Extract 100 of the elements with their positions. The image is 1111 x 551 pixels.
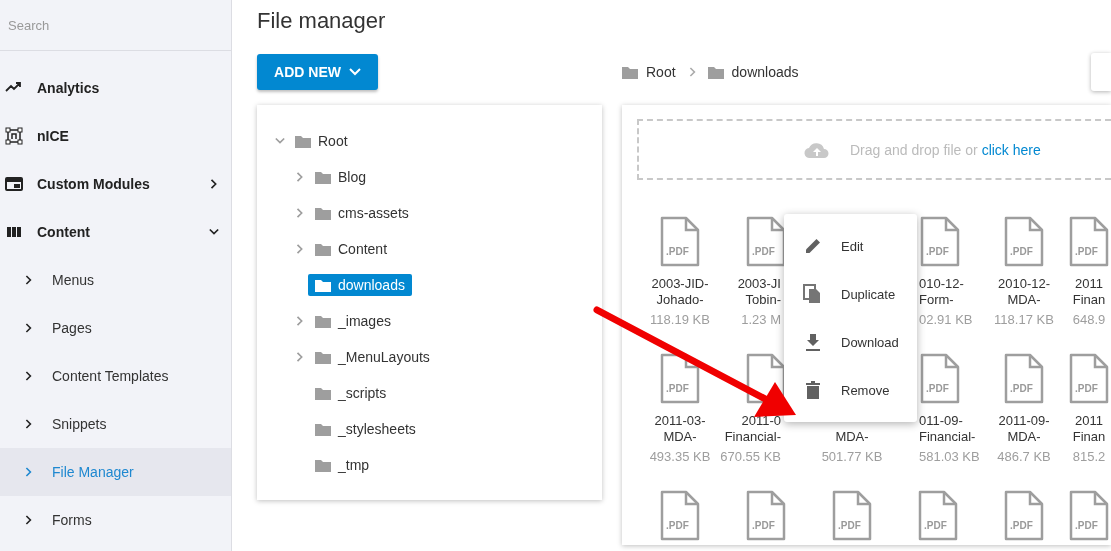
folder-item[interactable]: Blog xyxy=(308,166,374,188)
menu-item[interactable]: Edit xyxy=(784,222,917,270)
chevron-right-icon[interactable] xyxy=(295,315,305,327)
menu-item[interactable]: Remove xyxy=(784,366,917,414)
add-new-button[interactable]: ADD NEW xyxy=(257,54,378,90)
pdf-file-icon xyxy=(745,490,787,542)
nav-label: Menus xyxy=(52,272,95,288)
pdf-file-icon xyxy=(831,490,873,542)
chevron-right-icon xyxy=(24,515,32,525)
file-name[interactable]: MDA- xyxy=(835,429,869,445)
folder-item[interactable]: downloads xyxy=(308,274,412,296)
file-type-label: .PDF xyxy=(1010,383,1033,394)
file-size: 581.03 KB xyxy=(919,449,980,464)
menu-item[interactable]: Download xyxy=(784,318,917,366)
page-title: File manager xyxy=(257,8,387,35)
folder-icon xyxy=(315,422,331,436)
file-name[interactable]: Finan xyxy=(1072,292,1106,308)
nav-item[interactable]: Custom Modules xyxy=(0,160,231,208)
file-size: 118.17 KB xyxy=(994,312,1054,327)
chevron-right-icon xyxy=(687,66,696,78)
nav-item[interactable]: Content xyxy=(0,208,231,256)
breadcrumb-link[interactable]: Root xyxy=(646,64,676,80)
window-icon xyxy=(5,175,23,193)
folder-icon xyxy=(295,134,311,148)
file-size: 118.19 KB xyxy=(650,312,710,327)
chevron-right-icon xyxy=(24,275,32,285)
folder-item[interactable]: _stylesheets xyxy=(308,418,423,440)
chevron-right-icon xyxy=(24,323,32,333)
file-type-label: .PDF xyxy=(666,383,689,394)
file-name[interactable]: 2003-JID- xyxy=(651,276,709,292)
file-type-label: .PDF xyxy=(1010,246,1033,257)
folder-icon xyxy=(315,314,331,328)
folder-item[interactable]: _tmp xyxy=(308,454,377,476)
nav-subitem[interactable]: Content Templates xyxy=(0,352,231,400)
dropzone[interactable]: Drag and drop file or click here xyxy=(637,119,1111,180)
folder-item[interactable]: _MenuLayouts xyxy=(308,346,437,368)
nav-subitem[interactable]: Snippets xyxy=(0,400,231,448)
file-size: 02.91 KB xyxy=(919,312,973,327)
search-field[interactable]: Search xyxy=(0,10,216,40)
menu-item[interactable]: Duplicate xyxy=(784,270,917,318)
file-name[interactable]: MDA- xyxy=(663,429,697,445)
nav-label: Content xyxy=(37,224,90,240)
nav-label: nICE xyxy=(37,128,69,144)
pdf-file-icon xyxy=(659,353,701,405)
folder-item[interactable]: Content xyxy=(308,238,395,260)
file-name[interactable]: Tobin- xyxy=(745,292,781,308)
pdf-file-icon xyxy=(919,216,961,268)
trash-icon xyxy=(803,380,823,400)
file-name[interactable]: 2011-09- xyxy=(998,413,1050,429)
nav-subitem[interactable]: Menus xyxy=(0,256,231,304)
file-name[interactable]: Form- xyxy=(919,292,954,308)
folder-icon xyxy=(622,65,638,79)
nav-item[interactable]: nICE xyxy=(0,112,231,160)
file-name[interactable]: Financial- xyxy=(724,429,781,445)
nav-label: Pages xyxy=(52,320,92,336)
pdf-file-icon xyxy=(919,353,961,405)
folder-item[interactable]: _images xyxy=(308,310,398,332)
folder-item[interactable]: _scripts xyxy=(308,382,394,404)
file-type-label: .PDF xyxy=(838,520,861,531)
nav-subitem[interactable]: Forms xyxy=(0,496,231,544)
file-type-label: .PDF xyxy=(1010,520,1033,531)
file-size: 501.77 KB xyxy=(821,449,883,464)
chevron-right-icon[interactable] xyxy=(295,171,305,183)
chevron-right-icon[interactable] xyxy=(295,207,305,219)
file-name[interactable]: 2011 xyxy=(1075,276,1103,292)
folder-icon xyxy=(315,386,331,400)
file-name[interactable]: 2011 xyxy=(1075,413,1103,429)
file-name[interactable]: MDA- xyxy=(1007,292,1041,308)
file-name[interactable]: 2011-0 xyxy=(741,413,781,429)
chevron-right-icon[interactable] xyxy=(295,243,305,255)
file-type-label: .PDF xyxy=(1075,383,1098,394)
folder-icon xyxy=(315,278,331,292)
nav-label: Forms xyxy=(52,512,92,528)
nav-item[interactable]: Analytics xyxy=(0,64,231,112)
folder-item[interactable]: cms-assets xyxy=(308,202,416,224)
file-name[interactable]: MDA- xyxy=(1007,429,1041,445)
upload-link[interactable]: click here xyxy=(981,141,1041,158)
file-name[interactable]: 010-12- xyxy=(919,276,964,292)
nav-label: File Manager xyxy=(52,464,134,480)
pdf-file-icon xyxy=(1003,216,1045,268)
file-name[interactable]: Johado- xyxy=(656,292,704,308)
folder-icon xyxy=(315,170,331,184)
file-name[interactable]: 011-09- xyxy=(919,413,963,429)
file-type-label: .PDF xyxy=(926,246,949,257)
pdf-file-icon xyxy=(1003,353,1045,405)
breadcrumb-link[interactable]: downloads xyxy=(731,64,799,80)
file-name[interactable]: 2003-JI xyxy=(737,276,781,292)
file-name[interactable]: 2011-03- xyxy=(654,413,706,429)
chevron-right-icon[interactable] xyxy=(295,351,305,363)
dropzone-text: Drag and drop file or xyxy=(850,141,978,158)
chevron-down-icon xyxy=(348,66,361,78)
folder-icon xyxy=(315,206,331,220)
file-name[interactable]: Financial- xyxy=(919,429,976,445)
folder-icon xyxy=(315,458,331,472)
nav-subitem[interactable]: Pages xyxy=(0,304,231,352)
file-name[interactable]: 2010-12- xyxy=(997,276,1050,292)
file-name[interactable]: Finan xyxy=(1072,429,1106,445)
file-size: 486.7 KB xyxy=(997,449,1051,464)
folder-item[interactable]: Root xyxy=(288,130,355,152)
chevron-right-icon xyxy=(24,371,32,381)
